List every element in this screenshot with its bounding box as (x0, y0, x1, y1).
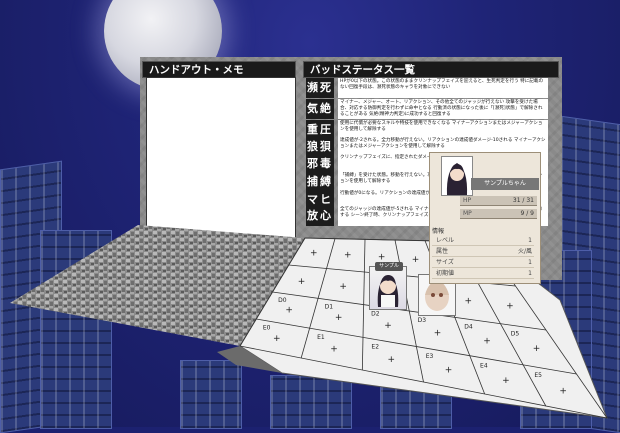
info-value: 1 (528, 259, 532, 266)
grid-cell-label: D0 (278, 297, 287, 304)
info-key: サイズ (436, 259, 454, 266)
info-row: レベル 1 (432, 236, 534, 246)
hp-current: 31 (512, 197, 521, 204)
token-tag: サンプル (375, 262, 403, 271)
grid-cell-mark: + (559, 387, 567, 397)
grid-floor[interactable] (239, 237, 608, 419)
info-row: 属性 火/風 (432, 247, 534, 257)
grid-cell-mark: + (506, 302, 514, 312)
grid-cell-mark: + (335, 313, 343, 323)
info-row: サイズ 1 (432, 258, 534, 268)
info-title: 情報 (432, 228, 445, 235)
grid-cell-label: E0 (263, 324, 271, 331)
hp-max: 31 (526, 197, 534, 204)
grid-cell-mark: + (298, 277, 306, 287)
grid-cell-label: E3 (426, 353, 434, 360)
grid-cell-label: E4 (480, 362, 488, 369)
grid-cell-label: E1 (317, 334, 325, 341)
info-value: 火/風 (517, 248, 532, 255)
grid-cell-mark: + (310, 249, 318, 259)
grid-cell-mark: + (344, 251, 352, 261)
hp-label: HP (463, 197, 472, 204)
grid-cell-mark: + (384, 321, 392, 331)
grid-cell-mark: + (533, 344, 541, 354)
grid-cell-mark: + (388, 355, 396, 365)
grid-cell-label: D2 (371, 310, 380, 317)
game-scene: ハンドアウト・メモ バッドステータス一覧 瀕死 HPが0以下の状態。この状態のまま… (0, 0, 620, 433)
info-value: 1 (528, 237, 532, 244)
info-key: 属性 (436, 248, 449, 255)
grid-cell-mark: + (434, 329, 442, 339)
info-key: レベル (436, 237, 455, 244)
grid-cell-mark: + (330, 344, 338, 354)
grid-cell-label: D1 (325, 304, 334, 311)
grid-cell-mark: + (445, 366, 453, 376)
hp-value: 31 / 31 (512, 197, 534, 204)
grid-cell-mark: + (412, 255, 420, 265)
grid-cell-label: E2 (371, 343, 379, 350)
character-card-portrait (441, 156, 473, 196)
info-key: 初期値 (436, 270, 455, 277)
mp-max: 9 (530, 210, 534, 217)
mp-value: 9 / 9 (520, 210, 535, 217)
grid-cell-mark: + (285, 305, 293, 315)
grid-cell-mark: + (483, 336, 491, 346)
grid-cell-label: D5 (511, 330, 520, 337)
girl-portrait-icon (446, 163, 468, 195)
mp-label: MP (463, 210, 472, 217)
info-value: 1 (528, 270, 532, 277)
grid-cell-mark: + (464, 297, 472, 307)
grid-cell-mark: + (339, 282, 347, 292)
character-token[interactable] (369, 266, 407, 310)
mp-bar: MP 9 / 9 (460, 209, 537, 219)
girl-portrait-icon (377, 275, 399, 307)
grid-cell-mark: + (502, 376, 510, 386)
grid-cell-mark: + (273, 334, 281, 344)
grid-cell-label: D3 (418, 317, 427, 324)
hp-bar: HP 31 / 31 (460, 196, 537, 206)
character-name: サンプルちゃん (471, 178, 539, 190)
mp-current: 9 (520, 210, 525, 217)
grid-cell-label: D4 (464, 324, 473, 331)
grid-cell-label: E5 (534, 372, 542, 379)
info-row: 初期値 1 (432, 269, 534, 279)
